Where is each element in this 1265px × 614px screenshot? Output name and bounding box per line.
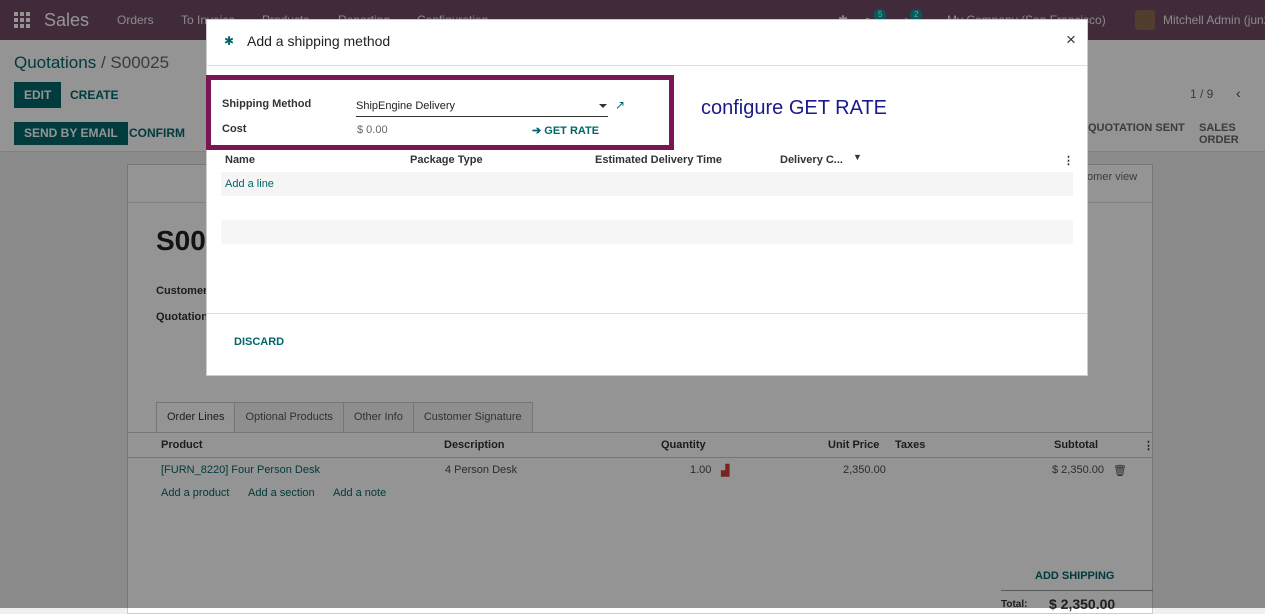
- dialog-footer: DISCARD: [207, 313, 1087, 377]
- close-icon[interactable]: ×: [1066, 30, 1076, 50]
- annotation-text: configure GET RATE: [701, 97, 887, 119]
- rates-table: Name Package Type Estimated Delivery Tim…: [221, 150, 1074, 244]
- col-package-type[interactable]: Package Type: [410, 154, 483, 166]
- empty-row: [221, 220, 1073, 244]
- shipping-method-select[interactable]: ShipEngine Delivery: [356, 96, 608, 117]
- arrow-right-icon: ➔: [532, 125, 545, 137]
- get-rate-button[interactable]: ➔ GET RATE: [532, 124, 599, 137]
- cost-value: $ 0.00: [357, 124, 388, 136]
- caret-down-icon[interactable]: ▼: [853, 152, 862, 162]
- chevron-down-icon[interactable]: [599, 104, 607, 108]
- empty-row: [221, 196, 1073, 220]
- get-rate-label: GET RATE: [544, 125, 600, 137]
- add-line-link[interactable]: Add a line: [225, 178, 274, 190]
- rates-table-header: Name Package Type Estimated Delivery Tim…: [221, 150, 1074, 172]
- discard-button[interactable]: DISCARD: [234, 336, 284, 348]
- cost-label: Cost: [222, 123, 247, 135]
- column-options-icon[interactable]: ⋮: [1063, 154, 1074, 167]
- dialog-title: Add a shipping method: [247, 33, 391, 49]
- col-name[interactable]: Name: [225, 154, 255, 166]
- shipping-method-label: Shipping Method: [222, 98, 312, 110]
- external-link-icon[interactable]: ↗: [615, 98, 625, 112]
- col-estimated-delivery-time[interactable]: Estimated Delivery Time: [595, 154, 722, 166]
- dialog-header: ✱ Add a shipping method ×: [207, 20, 1087, 66]
- add-line-row: Add a line: [221, 172, 1073, 196]
- col-delivery-cost[interactable]: Delivery C...: [780, 154, 843, 166]
- shipping-method-dialog: ✱ Add a shipping method × Shipping Metho…: [206, 19, 1088, 376]
- debug-bug-icon[interactable]: ✱: [224, 34, 234, 48]
